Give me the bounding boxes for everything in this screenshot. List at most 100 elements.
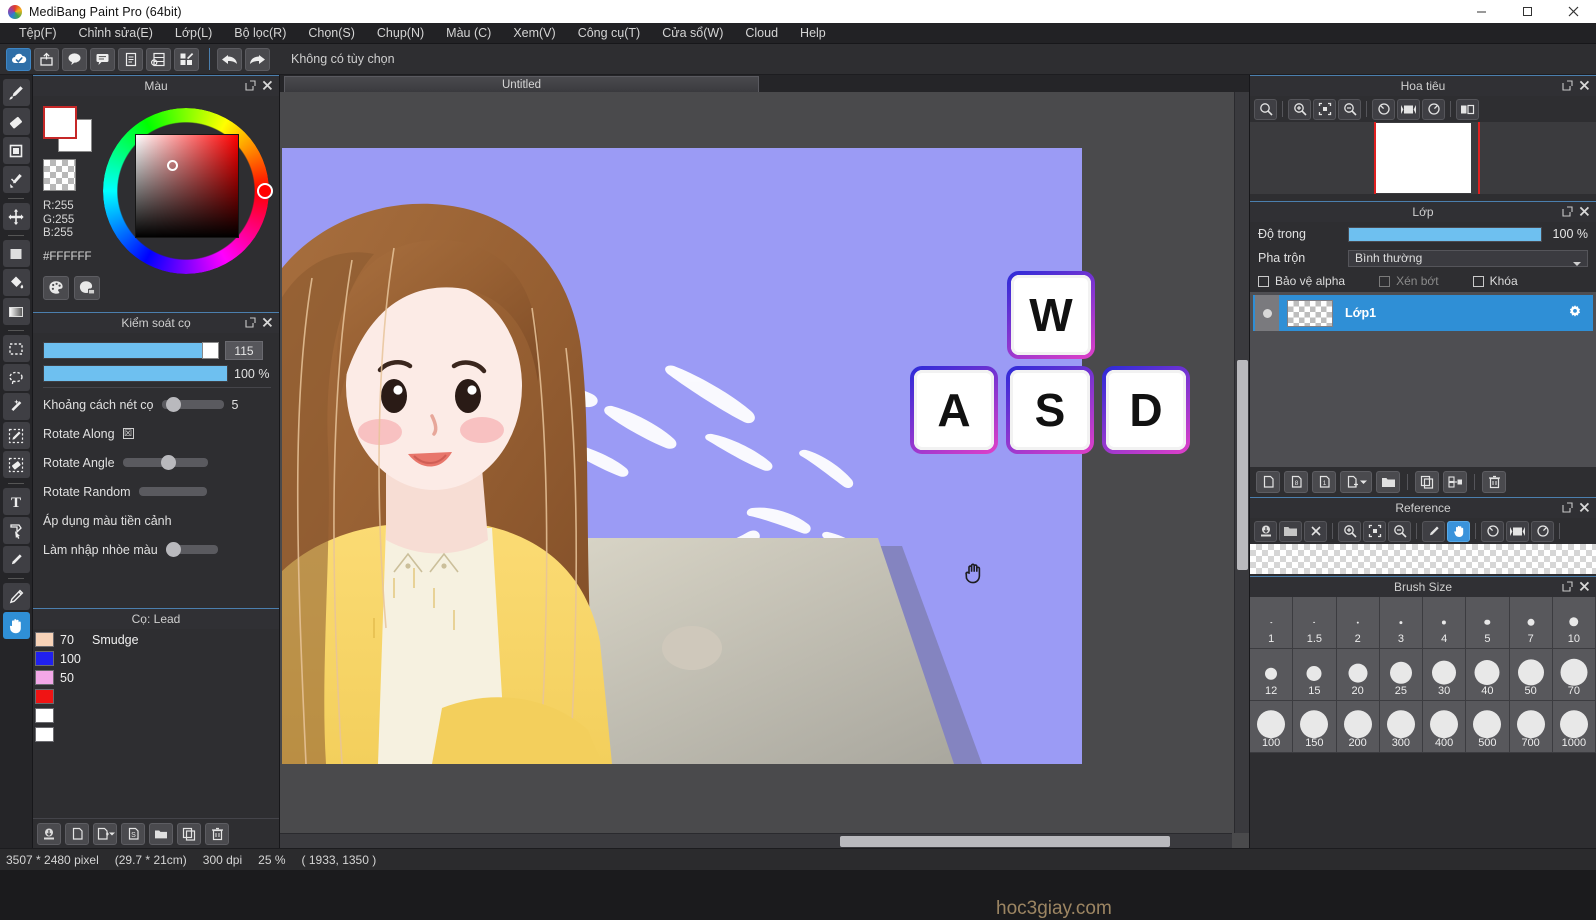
brush-size-cell[interactable]: 200	[1336, 701, 1380, 753]
brush-size-cell[interactable]: 100	[1250, 701, 1294, 753]
close-icon[interactable]	[261, 79, 274, 92]
hand-tool[interactable]	[2, 612, 30, 639]
cloud-save-button[interactable]	[6, 47, 31, 71]
color-blur-knob[interactable]	[165, 542, 181, 557]
menu-item-help[interactable]: Help	[789, 23, 837, 44]
brush-list-item[interactable]: 100	[33, 649, 279, 668]
select-eraser-tool[interactable]	[2, 451, 30, 478]
brush-size-slider[interactable]	[43, 342, 219, 359]
horizontal-scroll-thumb[interactable]	[840, 836, 1170, 847]
lock-checkbox[interactable]: Khóa	[1472, 274, 1518, 288]
layer-name[interactable]: Lớp1	[1345, 306, 1376, 320]
menu-item-c-a-s-w[interactable]: Cửa sổ(W)	[651, 23, 734, 44]
close-icon[interactable]	[1578, 205, 1591, 218]
duplicate-brush-icon[interactable]	[93, 822, 117, 845]
popout-icon[interactable]	[1561, 79, 1574, 92]
close-icon[interactable]	[1578, 501, 1591, 514]
menu-item-cloud[interactable]: Cloud	[734, 23, 789, 44]
menu-item-ch-nh-s-a-e[interactable]: Chỉnh sửa(E)	[68, 23, 164, 44]
rotate-angle-slider[interactable]	[122, 455, 208, 470]
hand-icon[interactable]	[1447, 520, 1470, 542]
popout-icon[interactable]	[1561, 205, 1574, 218]
new-1bit-layer-icon[interactable]: 1	[1312, 471, 1336, 493]
zoom-out-icon[interactable]	[1388, 520, 1411, 542]
lasso-tool[interactable]	[2, 364, 30, 391]
menu-item-xem-v[interactable]: Xem(V)	[502, 23, 566, 44]
merge-layer-icon[interactable]	[1443, 471, 1467, 493]
transform-tool[interactable]	[2, 517, 30, 544]
select-pen-tool[interactable]	[2, 422, 30, 449]
brush-list[interactable]: 70 Smudge 100 50	[33, 629, 279, 744]
transparent-swatch[interactable]	[43, 159, 76, 191]
zoom-out-icon[interactable]	[1338, 98, 1361, 120]
brush-list-item[interactable]: 50	[33, 668, 279, 687]
brush-folder-icon[interactable]	[149, 822, 173, 845]
brush-size-cell[interactable]: 20	[1336, 649, 1380, 701]
flip-horizontal-icon[interactable]	[1397, 98, 1420, 120]
canvas-viewport[interactable]: W A S D	[280, 92, 1249, 848]
brush-size-cell[interactable]: 5	[1466, 597, 1510, 649]
new-layer-icon[interactable]	[1256, 471, 1280, 493]
canvas-horizontal-scrollbar[interactable]	[280, 833, 1232, 848]
brush-size-grid[interactable]: 1 1.5 2 3 4 5 7 10 12 15 20 25 30 40 50 70 100 150 200 300 4…	[1250, 597, 1596, 753]
brush-tool[interactable]	[2, 79, 30, 106]
brush-size-cell[interactable]: 400	[1423, 701, 1467, 753]
color-wheel[interactable]	[103, 108, 273, 274]
hue-selector-knob[interactable]	[257, 183, 273, 199]
reference-load-icon[interactable]	[1254, 520, 1277, 542]
reference-clear-icon[interactable]	[1304, 520, 1327, 542]
reference-canvas[interactable]	[1250, 544, 1596, 574]
menu-item-b-l-c-r[interactable]: Bộ lọc(R)	[223, 23, 297, 44]
palette-edit-icon[interactable]	[74, 275, 100, 300]
close-icon[interactable]	[1578, 580, 1591, 593]
color-swatches[interactable]	[43, 106, 95, 154]
brush-size-knob[interactable]	[202, 342, 219, 359]
brush-size-cell[interactable]: 12	[1250, 649, 1294, 701]
bucket-tool[interactable]	[2, 269, 30, 296]
delete-layer-icon[interactable]	[1482, 471, 1506, 493]
rotate-reset-icon[interactable]	[1531, 520, 1554, 542]
pen-tool[interactable]	[2, 583, 30, 610]
brush-spacing-knob[interactable]	[165, 397, 181, 412]
close-icon[interactable]	[261, 316, 274, 329]
page-button[interactable]	[118, 47, 143, 71]
layer-list[interactable]: Lớp1	[1250, 292, 1596, 467]
layer-item[interactable]: Lớp1	[1253, 295, 1593, 331]
zoom-in-icon[interactable]	[1338, 520, 1361, 542]
new-folder-icon[interactable]	[1376, 471, 1400, 493]
brush-size-value[interactable]: 115	[225, 341, 263, 360]
select-rect-tool[interactable]	[2, 335, 30, 362]
popout-icon[interactable]	[1561, 580, 1574, 593]
zoom-in-icon[interactable]	[1288, 98, 1311, 120]
brush-spacing-slider[interactable]	[161, 397, 224, 412]
brush-list-item[interactable]	[33, 706, 279, 725]
eyedropper-tool[interactable]	[2, 546, 30, 573]
eyedropper-icon[interactable]	[1422, 520, 1445, 542]
palette-icon[interactable]	[43, 275, 69, 300]
color-blur-slider[interactable]	[165, 542, 218, 557]
popout-icon[interactable]	[244, 316, 257, 329]
undo-button[interactable]	[217, 47, 242, 71]
brush-delete-icon[interactable]	[205, 822, 229, 845]
rotate-reset-icon[interactable]	[1422, 98, 1445, 120]
menu-item-ch-n-s[interactable]: Chọn(S)	[297, 23, 366, 44]
menu-item-m-u-c[interactable]: Màu (C)	[435, 23, 502, 44]
brush-size-cell[interactable]: 25	[1379, 649, 1423, 701]
saturation-value-box[interactable]	[135, 134, 239, 238]
brush-size-cell[interactable]: 1	[1250, 597, 1294, 649]
add-layer-menu-icon[interactable]	[1340, 471, 1372, 493]
sv-selector-knob[interactable]	[167, 160, 178, 171]
layer-blend-select[interactable]: Bình thường	[1348, 249, 1588, 270]
clipping-checkbox[interactable]: Xén bớt	[1379, 274, 1439, 288]
brush-size-cell[interactable]: 30	[1423, 649, 1467, 701]
maximize-button[interactable]	[1504, 0, 1550, 23]
chevron-down-icon[interactable]	[1573, 256, 1581, 270]
brush-size-cell[interactable]: 1000	[1552, 701, 1596, 753]
navigator-preview[interactable]	[1250, 122, 1596, 194]
fit-screen-icon[interactable]	[1313, 98, 1336, 120]
new-brush-icon[interactable]	[65, 822, 89, 845]
upload-button[interactable]	[34, 47, 59, 71]
fill-rect-tool[interactable]	[2, 240, 30, 267]
brush-list-item[interactable]	[33, 687, 279, 706]
vertical-scroll-thumb[interactable]	[1237, 360, 1248, 570]
